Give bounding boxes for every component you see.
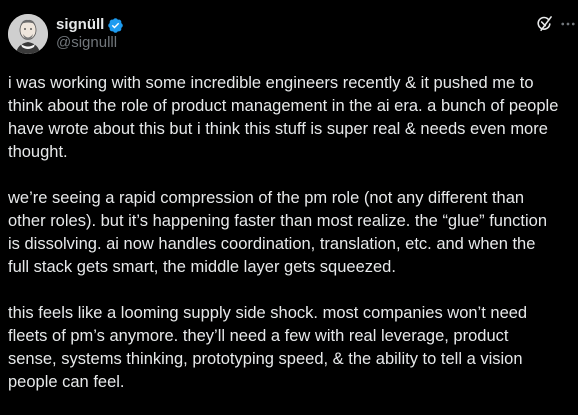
author-names: signüll @signulll xyxy=(56,16,124,52)
tweet-paragraph: we’re seeing a rapid compression of the … xyxy=(8,189,552,276)
verified-badge-icon xyxy=(107,17,124,34)
tweet-header: signüll @signulll xyxy=(8,10,562,58)
avatar[interactable] xyxy=(8,14,48,54)
handle[interactable]: @signulll xyxy=(56,34,124,52)
tweet-paragraph: i was working with some incredible engin… xyxy=(8,74,563,161)
display-name[interactable]: signüll xyxy=(56,16,104,34)
tweet-card: signüll @signulll i was working with som… xyxy=(0,0,578,415)
tweet-paragraph: this feels like a looming supply side sh… xyxy=(8,304,532,391)
grok-icon[interactable] xyxy=(534,14,554,34)
tweet-text: i was working with some incredible engin… xyxy=(8,72,562,394)
more-icon[interactable] xyxy=(558,14,578,34)
name-row: signüll xyxy=(56,16,124,34)
avatar-portrait-icon xyxy=(8,14,48,54)
